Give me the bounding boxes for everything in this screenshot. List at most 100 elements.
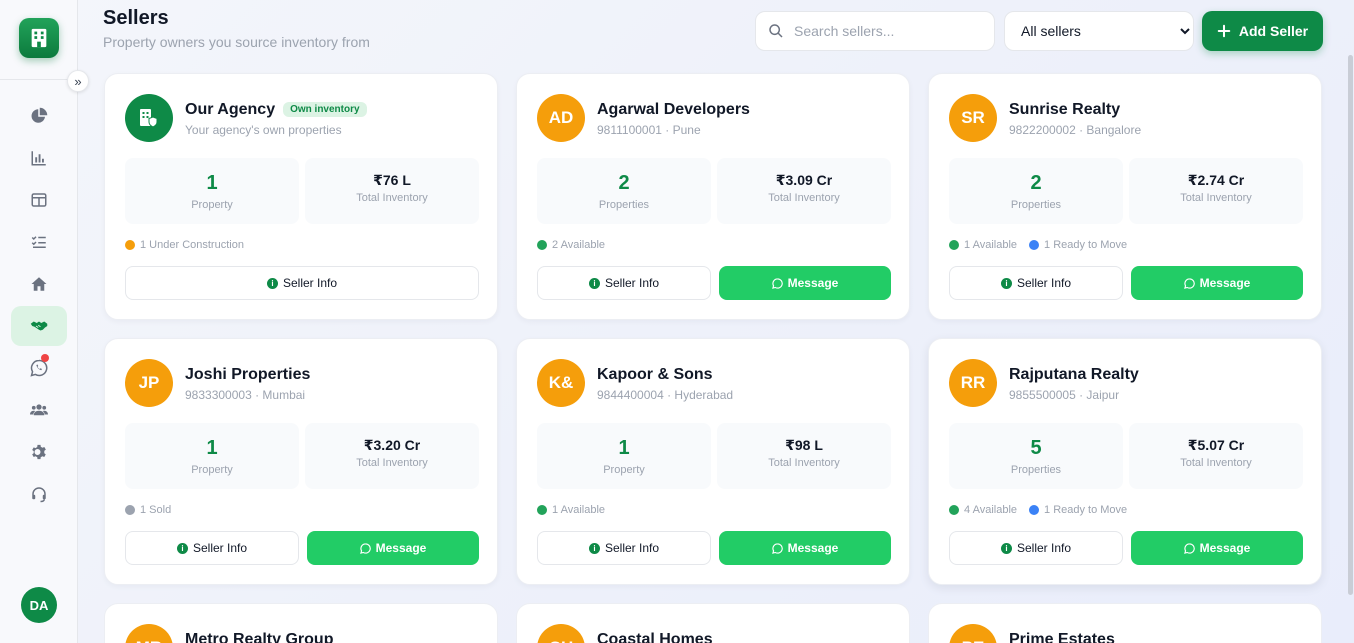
property-count: 2 (618, 172, 630, 194)
page-title: Sellers (103, 7, 169, 29)
status-item: 2 Available (537, 239, 605, 251)
seller-name: Rajputana Realty (1009, 366, 1139, 383)
inventory-value: ₹76 L (373, 172, 411, 188)
inventory-stat: ₹3.20 Cr Total Inventory (305, 423, 479, 489)
nav-properties[interactable] (11, 264, 67, 304)
scrollbar[interactable] (1348, 55, 1353, 595)
building-shield-icon (140, 109, 158, 128)
search-icon (769, 24, 783, 38)
seller-meta: Your agency's own properties (185, 123, 342, 137)
search-box (755, 11, 995, 51)
info-icon: i (1000, 542, 1012, 554)
message-button[interactable]: Message (719, 266, 891, 300)
status-list: 1 Available 1 Ready to Move (949, 239, 1127, 251)
nav-dashboard[interactable] (11, 96, 67, 136)
info-icon: i (588, 542, 600, 554)
seller-info-button[interactable]: i Seller Info (949, 266, 1123, 300)
chevron-double-right-icon[interactable]: » (67, 70, 89, 92)
nav-tasks[interactable] (11, 222, 67, 262)
seller-avatar: AD (537, 94, 585, 142)
inventory-label: Total Inventory (1180, 192, 1252, 204)
nav-support[interactable] (11, 474, 67, 514)
property-count: 5 (1030, 437, 1042, 459)
property-count-label: Properties (598, 199, 650, 211)
status-dot (125, 240, 135, 250)
property-count-stat: 5 Properties (949, 423, 1123, 489)
add-seller-button[interactable]: Add Seller (1202, 11, 1323, 51)
user-avatar[interactable]: DA (21, 587, 57, 623)
layout-icon (31, 193, 47, 207)
status-item: 4 Available (949, 504, 1017, 516)
seller-name: Our Agency Own inventory (185, 101, 367, 119)
status-dot (1029, 505, 1040, 515)
property-count-stat: 2 Properties (949, 158, 1123, 224)
status-dot (537, 505, 547, 515)
status-list: 2 Available (537, 239, 605, 251)
status-item: 1 Ready to Move (1029, 504, 1127, 516)
status-item: 1 Under Construction (125, 239, 244, 251)
seller-info-button[interactable]: i Seller Info (125, 266, 479, 300)
status-list: 4 Available 1 Ready to Move (949, 504, 1127, 516)
info-icon: i (266, 277, 278, 289)
seller-info-button[interactable]: i Seller Info (125, 531, 299, 565)
own-inventory-badge: Own inventory (283, 102, 367, 117)
info-icon: i (588, 277, 600, 289)
status-dot (1029, 240, 1040, 250)
handshake-icon (30, 321, 48, 331)
nav-board[interactable] (11, 180, 67, 220)
nav-settings[interactable] (11, 432, 67, 472)
inventory-label: Total Inventory (356, 192, 428, 204)
inventory-stat: ₹5.07 Cr Total Inventory (1129, 423, 1303, 489)
property-count-stat: 1 Property (125, 423, 299, 489)
inventory-label: Total Inventory (768, 192, 840, 204)
message-button[interactable]: Message (719, 531, 891, 565)
property-count-label: Properties (1010, 464, 1062, 476)
whatsapp-icon (359, 542, 371, 554)
message-button[interactable]: Message (307, 531, 479, 565)
search-input[interactable] (794, 23, 974, 39)
inventory-stat: ₹3.09 Cr Total Inventory (717, 158, 891, 224)
sidebar: DA (0, 0, 78, 643)
info-icon: i (176, 542, 188, 554)
seller-name: Metro Realty Group (185, 631, 334, 643)
seller-info-button[interactable]: i Seller Info (537, 266, 711, 300)
seller-card: AD Agarwal Developers 9811100001 · Pune … (516, 73, 910, 320)
status-dot (949, 240, 959, 250)
seller-meta: 9833300003 · Mumbai (185, 388, 306, 402)
seller-name: Kapoor & Sons (597, 366, 713, 383)
home-icon (31, 277, 47, 291)
inventory-value: ₹3.20 Cr (363, 437, 421, 453)
message-button[interactable]: Message (1131, 266, 1303, 300)
nav-whatsapp[interactable] (11, 348, 67, 388)
inventory-value: ₹2.74 Cr (1187, 172, 1245, 188)
property-count-label: Property (191, 199, 233, 211)
whatsapp-icon (771, 542, 783, 554)
agency-avatar (125, 94, 173, 142)
inventory-value: ₹5.07 Cr (1187, 437, 1245, 453)
seller-filter-select[interactable]: All sellers (1004, 11, 1194, 51)
inventory-label: Total Inventory (768, 457, 840, 469)
status-dot (125, 505, 135, 515)
checklist-icon (31, 236, 46, 248)
seller-name: Sunrise Realty (1009, 101, 1121, 118)
property-count: 1 (206, 437, 218, 459)
seller-meta: 9844400004 · Hyderabad (597, 388, 734, 402)
property-count-label: Property (191, 464, 233, 476)
seller-meta: 9822200002 · Bangalore (1009, 123, 1142, 137)
seller-name: Joshi Properties (185, 366, 311, 383)
inventory-value: ₹98 L (785, 437, 823, 453)
gear-icon (32, 444, 46, 460)
seller-info-button[interactable]: i Seller Info (949, 531, 1123, 565)
seller-info-button[interactable]: i Seller Info (537, 531, 711, 565)
users-icon (30, 404, 48, 416)
nav-sellers[interactable] (11, 306, 67, 346)
property-count-stat: 2 Properties (537, 158, 711, 224)
building-logo-icon[interactable] (19, 18, 59, 58)
seller-avatar: PE (949, 624, 997, 643)
inventory-label: Total Inventory (1180, 457, 1252, 469)
message-button[interactable]: Message (1131, 531, 1303, 565)
whatsapp-icon (771, 277, 783, 289)
property-count: 1 (618, 437, 630, 459)
nav-reports[interactable] (11, 138, 67, 178)
nav-team[interactable] (11, 390, 67, 430)
